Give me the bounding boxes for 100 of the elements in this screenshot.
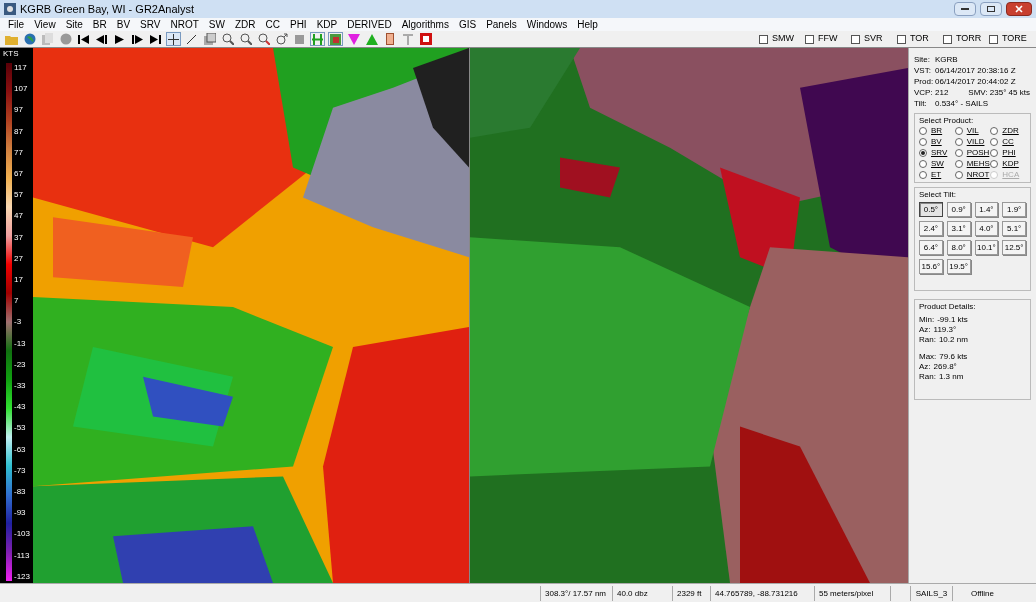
product-radio[interactable]: ZDR [990,126,1026,136]
detail-label: Max: [919,352,937,362]
info-value: KGRB [935,54,958,65]
product-radio[interactable]: PHI [990,148,1026,158]
tilt-button[interactable]: 2.4° [919,221,943,236]
step-forward-icon[interactable] [130,32,145,46]
product-radio[interactable]: KDP [990,159,1026,169]
legend-tick-label: -123 [14,571,30,581]
maximize-button[interactable] [980,2,1002,16]
legend-tick-label: 47 [14,211,24,221]
menu-item[interactable]: Panels [486,19,517,30]
menu-item[interactable]: SW [208,19,225,30]
triangle-up-icon[interactable] [364,32,379,46]
info-value: 212 [935,87,949,98]
warning-checkbox[interactable]: TORE [989,32,1032,46]
tilt-button[interactable]: 1.4° [974,202,999,217]
info-label: Tilt: [914,98,928,109]
menu-item[interactable]: ZDR [234,19,256,30]
legend-tick-label: -3 [14,317,23,327]
menu-item[interactable]: File [8,19,25,30]
legend-tick-label: 17 [14,275,24,285]
menu-item[interactable]: BV [116,19,131,30]
detail-value: 10.2 nm [938,335,968,345]
zoom-in-icon[interactable] [220,32,235,46]
tilt-button[interactable]: 0.9° [946,202,971,217]
map-icon[interactable] [328,32,343,46]
warning-checkbox[interactable]: TOR [897,32,940,46]
skip-back-icon[interactable] [76,32,91,46]
warning-checkbox[interactable]: TORR [943,32,986,46]
window-title: KGRB Green Bay, WI - GR2Analyst [20,1,194,17]
menu-item[interactable]: KDP [316,19,338,30]
menu-item[interactable]: DERIVED [347,19,392,30]
tilt-button[interactable]: 6.4° [919,240,943,255]
legend-tick-label: 7 [14,296,20,306]
info-label: Prod: [914,76,935,87]
warning-checkbox[interactable]: SVR [851,32,894,46]
triangle-down-icon[interactable] [346,32,361,46]
tilt-button[interactable]: 4.0° [974,221,999,236]
product-radio[interactable]: CC [990,137,1026,147]
status-field: 55 meters/pixel [814,585,890,601]
menu-item[interactable]: BR [92,19,107,30]
product-radio[interactable]: POSH [954,148,991,158]
menu-item[interactable]: NROT [170,19,199,30]
menu-item[interactable]: Help [577,19,598,30]
tilt-button[interactable]: 19.5° [946,259,971,274]
line-tool-icon[interactable] [184,32,199,46]
info-label: VCP: [914,87,934,98]
product-radio[interactable]: SRV [919,148,955,158]
tilt-button[interactable]: 10.1° [974,240,999,255]
product-radio[interactable]: ET [919,170,955,180]
menu-item[interactable]: Site [65,19,83,30]
close-button[interactable] [1006,2,1032,16]
menu-item[interactable]: Algorithms [401,19,449,30]
crosshair-icon[interactable] [166,32,181,46]
product-radio[interactable]: BV [919,137,955,147]
legend-tick-label: -23 [14,359,27,369]
legend-tick-label: -113 [14,550,30,560]
tilt-button[interactable]: 12.5° [1002,240,1026,255]
grid-icon[interactable] [310,32,325,46]
product-radio[interactable]: VILD [954,137,991,147]
globe-icon[interactable] [22,32,37,46]
info-value: SMV: 235° 45 kts [968,87,1030,98]
menu-item[interactable]: GIS [458,19,477,30]
tilt-button[interactable]: 3.1° [946,221,971,236]
legend-tick-label: 97 [14,105,24,115]
legend-tick-label: 107 [14,84,29,94]
male-symbol-icon[interactable] [274,32,289,46]
menu-item[interactable]: PHI [289,19,307,30]
zoom-reset-icon[interactable] [256,32,271,46]
warning-checkbox[interactable]: SMW [759,32,802,46]
tilt-button[interactable]: 15.6° [919,259,943,274]
minimize-button[interactable] [954,2,976,16]
detail-value: 1.3 nm [938,372,964,382]
menu-item[interactable]: CC [265,19,280,30]
zoom-out-icon[interactable] [238,32,253,46]
detail-value: 119.3° [933,325,957,335]
status-field: 44.765789, -88.731216 [710,585,814,601]
info-label: VST: [914,65,932,76]
tilt-button[interactable]: 8.0° [946,240,971,255]
legend-tick-label: 67 [14,169,24,178]
tilt-button[interactable]: 5.1° [1002,221,1026,236]
product-radio[interactable]: SW [919,159,955,169]
skip-forward-icon[interactable] [148,32,163,46]
detail-label: Min: [919,315,935,325]
menu-item[interactable]: View [34,19,56,30]
product-radio[interactable]: NROT [954,170,991,180]
menu-item[interactable]: SRV [140,19,161,30]
tilt-button[interactable]: 0.5° [919,202,943,217]
menu-item[interactable]: Windows [526,19,568,30]
product-radio[interactable]: BR [919,126,955,136]
status-field: 2329 ft [672,585,710,601]
legend-tick-label: -63 [14,444,27,454]
status-field: Offline [952,585,1012,601]
tilt-button[interactable]: 1.9° [1002,202,1026,217]
step-back-icon[interactable] [94,32,109,46]
warning-checkbox[interactable]: FFW [805,32,848,46]
stop-icon[interactable] [418,32,433,46]
product-radio[interactable]: MEHS [954,159,991,169]
legend-tick-label: 57 [14,190,24,200]
product-radio[interactable]: VIL [954,126,991,136]
